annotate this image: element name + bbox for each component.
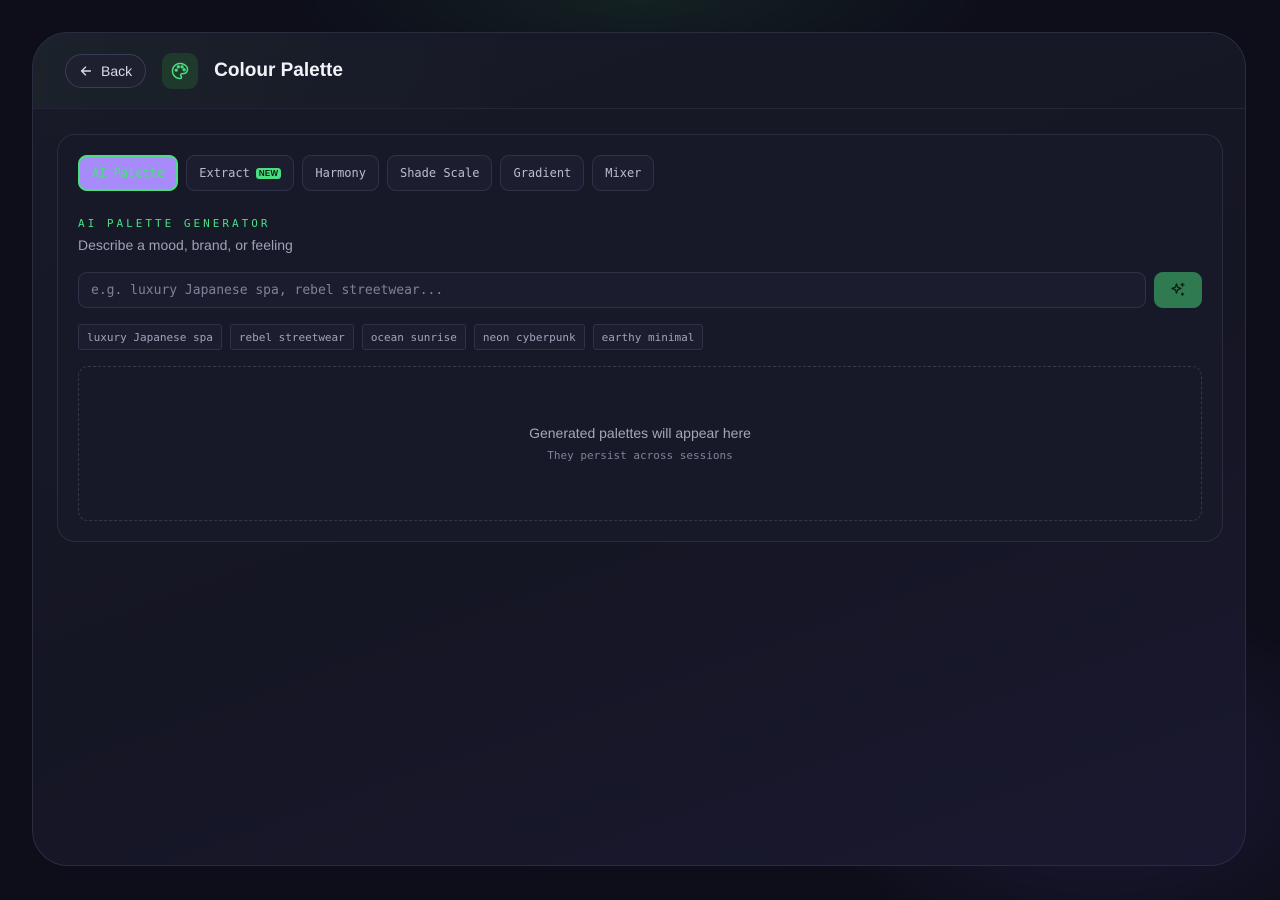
tab-label: Mixer	[605, 166, 642, 180]
tab-bar: AI Palette Extract NEW Harmony Shade Sca…	[78, 155, 655, 191]
empty-state-subtitle: They persist across sessions	[547, 449, 733, 462]
back-button[interactable]: Back	[65, 53, 147, 88]
palette-icon	[162, 52, 199, 89]
sparkles-icon	[1171, 282, 1185, 296]
tab-label: AI Palette	[92, 166, 165, 180]
tab-mixer[interactable]: Mixer	[592, 155, 655, 191]
section-subtitle: Describe a mood, brand, or feeling	[78, 237, 293, 253]
empty-state: Generated palettes will appear here They…	[78, 366, 1202, 521]
mood-prompt-input[interactable]	[78, 272, 1146, 308]
app-window: Back Colour Palette AI Palette Extract N…	[32, 32, 1246, 866]
new-badge: NEW	[255, 167, 282, 179]
arrow-left-icon	[80, 65, 92, 76]
generate-button[interactable]	[1154, 272, 1202, 308]
section-label: AI PALETTE GENERATOR	[78, 217, 271, 230]
suggestion-chip[interactable]: ocean sunrise	[361, 324, 466, 350]
tab-label: Harmony	[315, 166, 366, 180]
tab-label: Shade Scale	[399, 166, 480, 180]
header: Back Colour Palette	[33, 33, 1245, 109]
suggestion-chip[interactable]: rebel streetwear	[229, 324, 354, 350]
tab-ai-palette[interactable]: AI Palette	[78, 155, 179, 191]
tab-extract[interactable]: Extract NEW	[186, 155, 295, 191]
empty-state-title: Generated palettes will appear here	[529, 425, 751, 441]
suggestion-chip[interactable]: neon cyberpunk	[473, 324, 585, 350]
tab-label: Extract	[199, 166, 250, 180]
suggestion-chip[interactable]: luxury Japanese spa	[78, 324, 222, 350]
tab-label: Gradient	[513, 166, 572, 180]
tab-shade-scale[interactable]: Shade Scale	[386, 155, 493, 191]
suggestion-chips: luxury Japanese spa rebel streetwear oce…	[78, 324, 704, 350]
palette-panel: AI Palette Extract NEW Harmony Shade Sca…	[57, 134, 1223, 542]
suggestion-chip[interactable]: earthy minimal	[592, 324, 704, 350]
tab-gradient[interactable]: Gradient	[500, 155, 585, 191]
back-button-label: Back	[101, 62, 133, 79]
tab-harmony[interactable]: Harmony	[302, 155, 379, 191]
page-title: Colour Palette	[214, 59, 343, 81]
